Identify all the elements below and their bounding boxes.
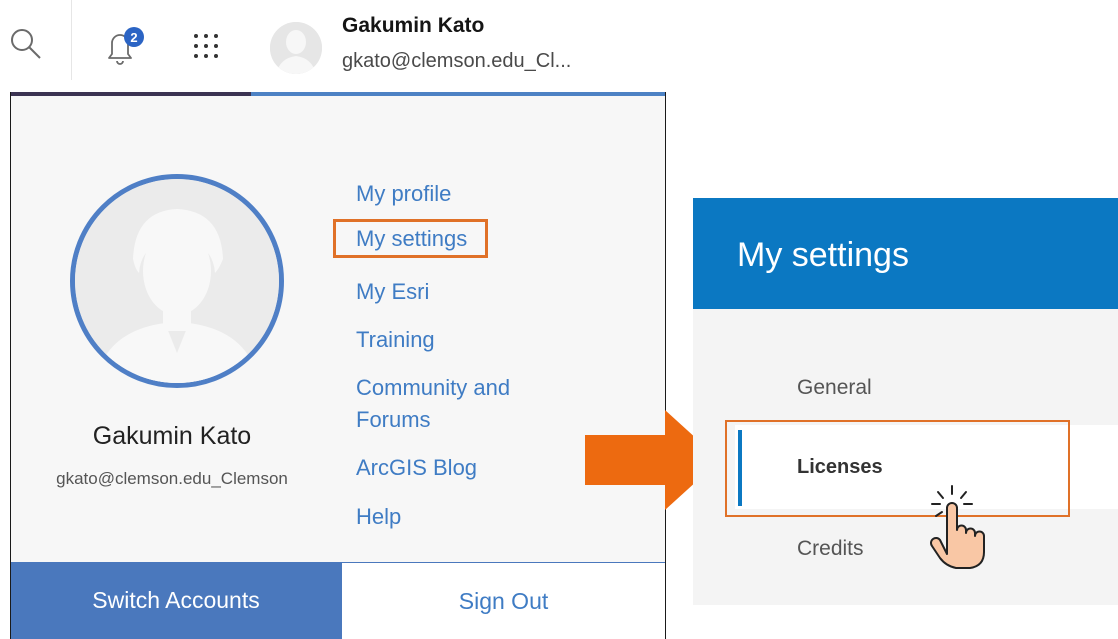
my-settings-link[interactable]: My settings — [333, 219, 489, 258]
panel-top-accent — [11, 92, 251, 96]
my-esri-link[interactable]: My Esri — [356, 276, 429, 308]
sign-out-button[interactable]: Sign Out — [341, 562, 665, 639]
my-settings-header: My settings — [693, 198, 1118, 309]
community-link-line2[interactable]: Forums — [356, 404, 431, 436]
settings-nav-general[interactable]: General — [797, 376, 872, 400]
hand-pointer-icon — [928, 484, 988, 579]
settings-nav-credits[interactable]: Credits — [797, 537, 864, 561]
profile-avatar — [70, 174, 284, 388]
profile-name: Gakumin Kato — [92, 422, 252, 450]
arcgis-blog-link[interactable]: ArcGIS Blog — [356, 452, 477, 484]
header-user-name[interactable]: Gakumin Kato — [342, 14, 484, 38]
training-link[interactable]: Training — [356, 324, 435, 356]
account-dropdown-panel: Gakumin Kato gkato@clemson.edu_Clemson M… — [10, 92, 666, 639]
panel-top-border — [251, 92, 665, 96]
licenses-highlight-box — [725, 420, 1070, 517]
profile-email: gkato@clemson.edu_Clemson — [56, 469, 288, 488]
my-settings-panel: My settings General Credits — [693, 198, 1118, 605]
search-icon[interactable] — [6, 24, 46, 64]
switch-accounts-button[interactable]: Switch Accounts — [11, 562, 341, 639]
my-profile-link[interactable]: My profile — [356, 178, 451, 210]
header-user-email[interactable]: gkato@clemson.edu_Cl... — [342, 50, 571, 73]
help-link[interactable]: Help — [356, 501, 401, 533]
notification-count-badge: 2 — [124, 27, 144, 47]
apps-grid-icon[interactable] — [188, 28, 224, 64]
header-avatar[interactable] — [270, 22, 322, 74]
my-settings-title: My settings — [737, 236, 909, 274]
community-link-line1[interactable]: Community and — [356, 372, 510, 404]
header-divider — [71, 0, 72, 80]
